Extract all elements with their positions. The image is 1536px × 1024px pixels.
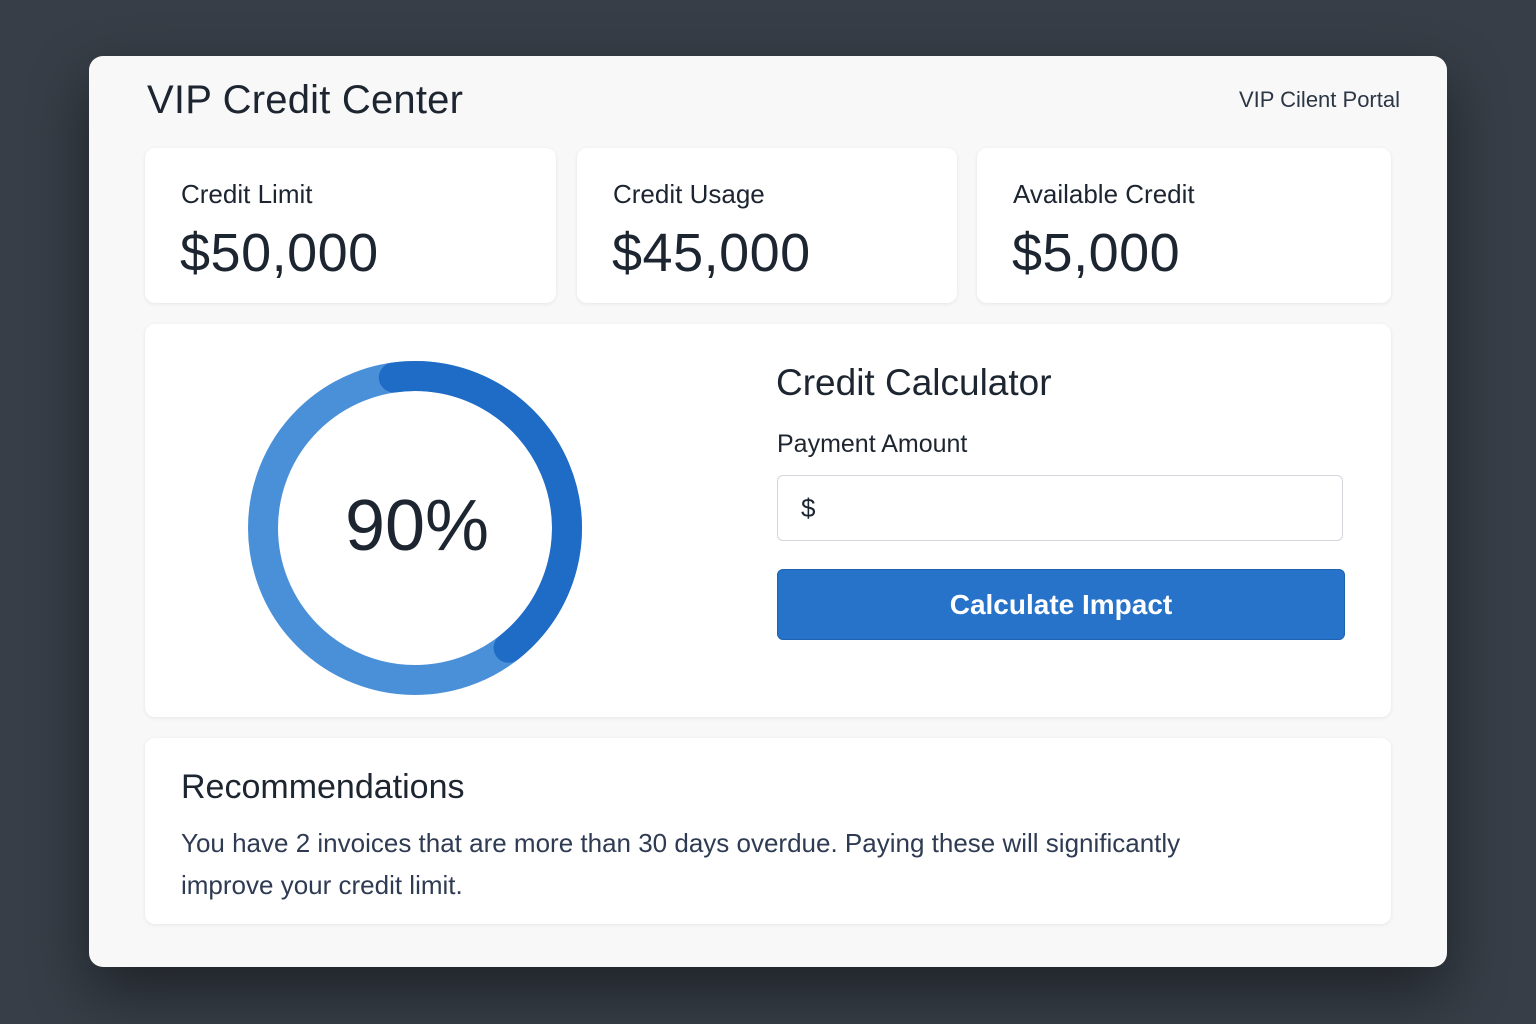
utilization-calculator-panel: 90% Credit Calculator Payment Amount $ C… bbox=[145, 324, 1391, 717]
available-credit-card: Available Credit $5,000 bbox=[977, 148, 1391, 303]
available-credit-value: $5,000 bbox=[1012, 223, 1181, 283]
credit-usage-card: Credit Usage $45,000 bbox=[577, 148, 957, 303]
credit-limit-value: $50,000 bbox=[180, 223, 379, 283]
payment-amount-input[interactable] bbox=[815, 475, 1342, 541]
available-credit-label: Available Credit bbox=[1013, 179, 1195, 209]
app-window: VIP Credit Center VIP Cilent Portal Cred… bbox=[89, 56, 1447, 967]
recommendations-title: Recommendations bbox=[181, 768, 465, 806]
utilization-percent: 90% bbox=[345, 486, 489, 566]
calculator-title: Credit Calculator bbox=[776, 362, 1052, 403]
payment-amount-label: Payment Amount bbox=[777, 430, 968, 458]
currency-symbol: $ bbox=[801, 492, 816, 523]
payment-amount-field[interactable]: $ bbox=[777, 475, 1343, 541]
portal-label: VIP Cilent Portal bbox=[1238, 87, 1400, 112]
credit-limit-label: Credit Limit bbox=[181, 179, 313, 209]
recommendations-card: Recommendations You have 2 invoices that… bbox=[145, 738, 1391, 924]
recommendations-text: You have 2 invoices that are more than 3… bbox=[181, 828, 1181, 900]
page-title: VIP Credit Center bbox=[147, 78, 464, 122]
calculate-impact-button[interactable]: Calculate Impact bbox=[777, 569, 1345, 640]
credit-limit-card: Credit Limit $50,000 bbox=[145, 148, 556, 303]
credit-utilization-gauge: 90% bbox=[248, 361, 582, 695]
credit-usage-value: $45,000 bbox=[612, 223, 811, 283]
credit-usage-label: Credit Usage bbox=[613, 179, 765, 209]
